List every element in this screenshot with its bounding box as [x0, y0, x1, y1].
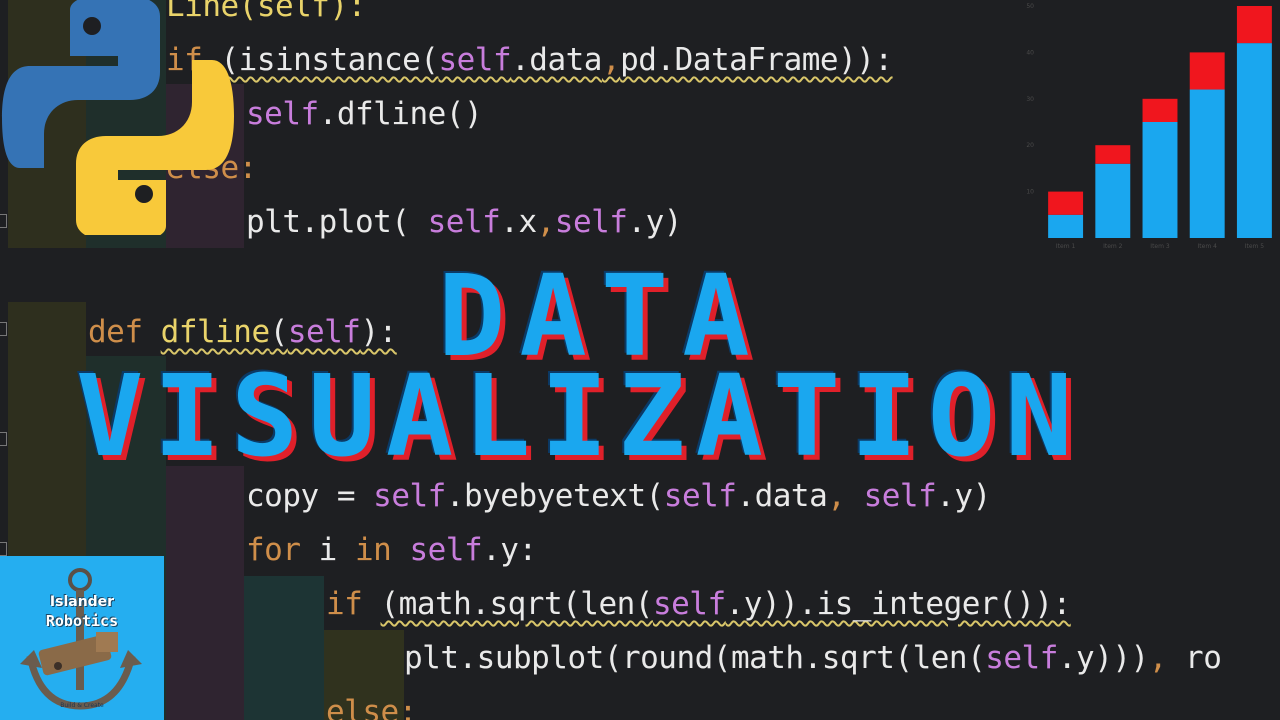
bar-segment — [1142, 122, 1178, 238]
y-tick-label: 10 — [1026, 189, 1034, 196]
x-tick-label: Item 5 — [1245, 243, 1265, 250]
code-token: in — [354, 532, 410, 568]
fold-marker[interactable] — [0, 322, 7, 336]
code-token: pd.DataFrame)): — [620, 42, 893, 78]
y-tick-label: 20 — [1026, 142, 1034, 149]
anchor-robot-icon — [20, 568, 142, 710]
code-token: ( — [269, 314, 289, 350]
bar-segment — [1236, 43, 1272, 239]
bar-segment — [1189, 52, 1225, 90]
x-tick-label: Item 1 — [1056, 243, 1076, 250]
code-token: .data — [736, 478, 828, 514]
code-token: self — [663, 478, 737, 514]
code-token: , — [1148, 640, 1186, 676]
fold-marker[interactable] — [0, 542, 7, 556]
fold-marker[interactable] — [0, 432, 7, 446]
code-token: .y: — [482, 532, 537, 568]
thumbnail-canvas: Line(self): if (isinstance(self.data,pd.… — [0, 0, 1280, 720]
code-token: self — [438, 42, 512, 78]
code-token: ): — [360, 314, 397, 350]
code-line: self.dfline() — [246, 94, 483, 134]
indent-guide — [244, 576, 324, 720]
code-line: for i in self.y: — [246, 530, 537, 570]
code-token: self — [985, 640, 1058, 676]
code-token: .dfline() — [318, 96, 483, 132]
bar-segment — [1095, 145, 1131, 164]
code-token: .byebyetext( — [445, 478, 664, 514]
code-line: else: — [326, 692, 417, 720]
badge-title-1: Islander — [49, 594, 115, 610]
code-token: self — [246, 96, 319, 132]
code-token: plt.plot( — [246, 204, 428, 240]
code-line: copy = self.byebyetext(self.data, self.y… — [246, 476, 991, 516]
x-tick-label: Item 4 — [1198, 243, 1218, 250]
y-tick-label: 40 — [1026, 49, 1034, 56]
badge-title-2: Robotics — [45, 612, 119, 630]
code-token: (math.sqrt(len( — [380, 586, 654, 622]
python-logo-icon — [2, 0, 234, 235]
code-token: .x — [500, 204, 537, 240]
code-token: self — [863, 478, 937, 514]
code-token: if — [326, 586, 381, 622]
bar-segment — [1189, 89, 1225, 239]
code-token: .y) — [936, 478, 991, 514]
bar-segment — [1048, 191, 1084, 215]
code-token: self — [373, 478, 446, 514]
code-token: else: — [326, 694, 417, 720]
code-token: self — [652, 586, 726, 622]
code-line: plt.plot( self.x,self.y) — [246, 202, 682, 242]
code-line: def dfline(self): — [88, 312, 397, 352]
code-token: , — [827, 478, 864, 514]
code-token: i — [318, 532, 355, 568]
indent-guide — [166, 466, 244, 720]
code-line: if (isinstance(self.data,pd.DataFrame)): — [166, 40, 893, 80]
code-token: plt.subplot(round(math.sqrt(len( — [404, 640, 986, 676]
code-token: .y)).is_integer()): — [725, 586, 1072, 622]
code-line: plt.subplot(round(math.sqrt(len(self.y))… — [404, 638, 1222, 678]
code-token: self — [409, 532, 483, 568]
code-token: .y))) — [1057, 640, 1149, 676]
stacked-bar-chart: 10 20 30 40 50 Item 1 Item 2 Item 3 Item 4 Item 5 — [1026, 3, 1272, 250]
code-token: self — [554, 204, 628, 240]
x-tick-label: Item 2 — [1103, 243, 1123, 250]
code-token: self — [287, 314, 361, 350]
bar-segment — [1048, 214, 1084, 238]
code-token: dfline — [160, 314, 270, 350]
code-token: for — [246, 532, 319, 568]
code-token: .data — [511, 42, 602, 78]
code-token: def — [88, 314, 161, 350]
bar-segment — [1095, 163, 1131, 238]
code-token: , — [536, 204, 556, 240]
bar-segment — [1142, 98, 1178, 122]
title-line-2: VISUALIZATION — [76, 352, 1083, 482]
code-token: ro — [1185, 640, 1222, 676]
y-tick-label: 30 — [1026, 96, 1034, 103]
code-line: if (math.sqrt(len(self.y)).is_integer())… — [326, 584, 1071, 624]
code-token: .y) — [627, 204, 682, 240]
x-tick-label: Item 3 — [1150, 243, 1170, 250]
code-token: , — [601, 42, 621, 78]
code-token: (isinstance( — [220, 42, 439, 78]
code-token: copy = — [246, 478, 374, 514]
channel-badge: Islander Robotics Build & Create — [0, 556, 164, 720]
bar-segment — [1236, 6, 1272, 44]
badge-tagline: Build & Create — [60, 702, 104, 709]
y-tick-label: 50 — [1026, 3, 1034, 10]
code-token: self — [427, 204, 501, 240]
